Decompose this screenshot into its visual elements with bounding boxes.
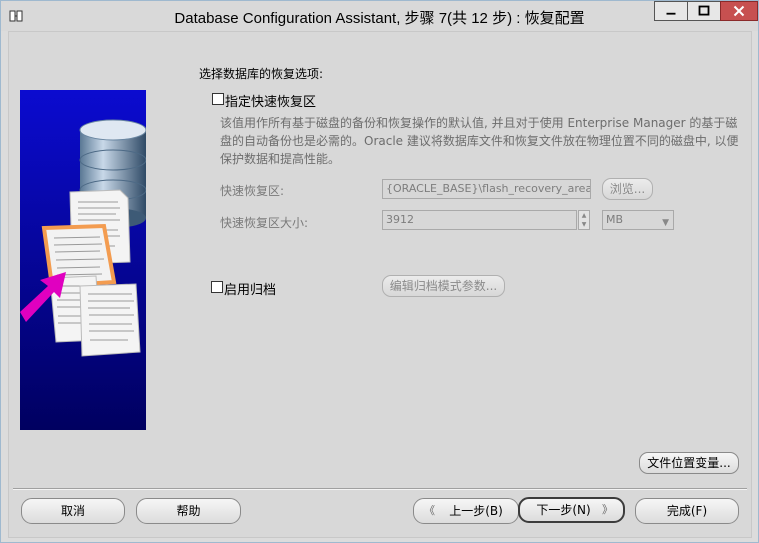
finish-button[interactable]: 完成(F) xyxy=(635,498,739,524)
window-title: Database Configuration Assistant, 步骤 7(共… xyxy=(174,10,585,27)
size-unit-select[interactable]: MB ▼ xyxy=(602,210,674,230)
fast-recovery-description: 该值用作所有基于磁盘的备份和恢复操作的默认值, 并且对于使用 Enterpris… xyxy=(220,116,739,166)
title-bar: Database Configuration Assistant, 步骤 7(共… xyxy=(1,1,758,31)
dbca-window: Database Configuration Assistant, 步骤 7(共… xyxy=(0,0,759,543)
fast-recovery-area-label: 快速恢复区: xyxy=(220,184,285,198)
chevron-down-icon: ▼ xyxy=(662,218,669,228)
footer-separator xyxy=(13,488,747,490)
next-button[interactable]: 下一步(N) 》 xyxy=(518,497,625,523)
back-button[interactable]: 《 上一步(B) xyxy=(413,498,519,524)
minimize-button[interactable] xyxy=(654,1,688,21)
back-button-label: 上一步(B) xyxy=(449,504,503,518)
wizard-client-area: 选择数据库的恢复选项: 指定快速恢复区 该值用作所有基于磁盘的备份和恢复操作的默… xyxy=(8,31,752,538)
fast-recovery-checkbox[interactable] xyxy=(212,93,224,105)
maximize-icon xyxy=(698,5,710,16)
edit-archive-params-button[interactable]: 编辑归档模式参数... xyxy=(382,275,505,297)
section-title: 选择数据库的恢复选项: xyxy=(199,67,324,81)
enable-archive-checkbox-label[interactable]: 启用归档 xyxy=(224,279,276,298)
fast-recovery-size-field[interactable]: 3912 xyxy=(382,210,577,230)
maximize-button[interactable] xyxy=(687,1,721,21)
spin-down-icon[interactable]: ▼ xyxy=(579,220,589,229)
chevron-left-icon: 《 xyxy=(424,504,435,517)
fast-recovery-area-field[interactable]: {ORACLE_BASE}\flash_recovery_area xyxy=(382,179,591,199)
spin-up-icon[interactable]: ▲ xyxy=(579,211,589,220)
chevron-right-icon: 》 xyxy=(602,503,613,516)
size-spinner[interactable]: ▲ ▼ xyxy=(578,210,590,230)
browse-button[interactable]: 浏览... xyxy=(602,178,653,200)
size-unit-value: MB xyxy=(606,213,624,226)
document-icon xyxy=(79,283,141,357)
enable-archive-checkbox[interactable] xyxy=(211,281,223,293)
help-button[interactable]: 帮助 xyxy=(136,498,241,524)
fast-recovery-size-label: 快速恢复区大小: xyxy=(220,216,309,230)
close-icon xyxy=(733,5,745,17)
file-location-variables-button[interactable]: 文件位置变量... xyxy=(639,452,739,474)
close-button[interactable] xyxy=(720,1,758,21)
cancel-button[interactable]: 取消 xyxy=(21,498,125,524)
minimize-icon xyxy=(666,12,676,15)
next-button-label: 下一步(N) xyxy=(536,503,591,517)
database-recovery-illustration xyxy=(20,90,146,430)
fast-recovery-checkbox-label[interactable]: 指定快速恢复区 xyxy=(225,91,316,110)
